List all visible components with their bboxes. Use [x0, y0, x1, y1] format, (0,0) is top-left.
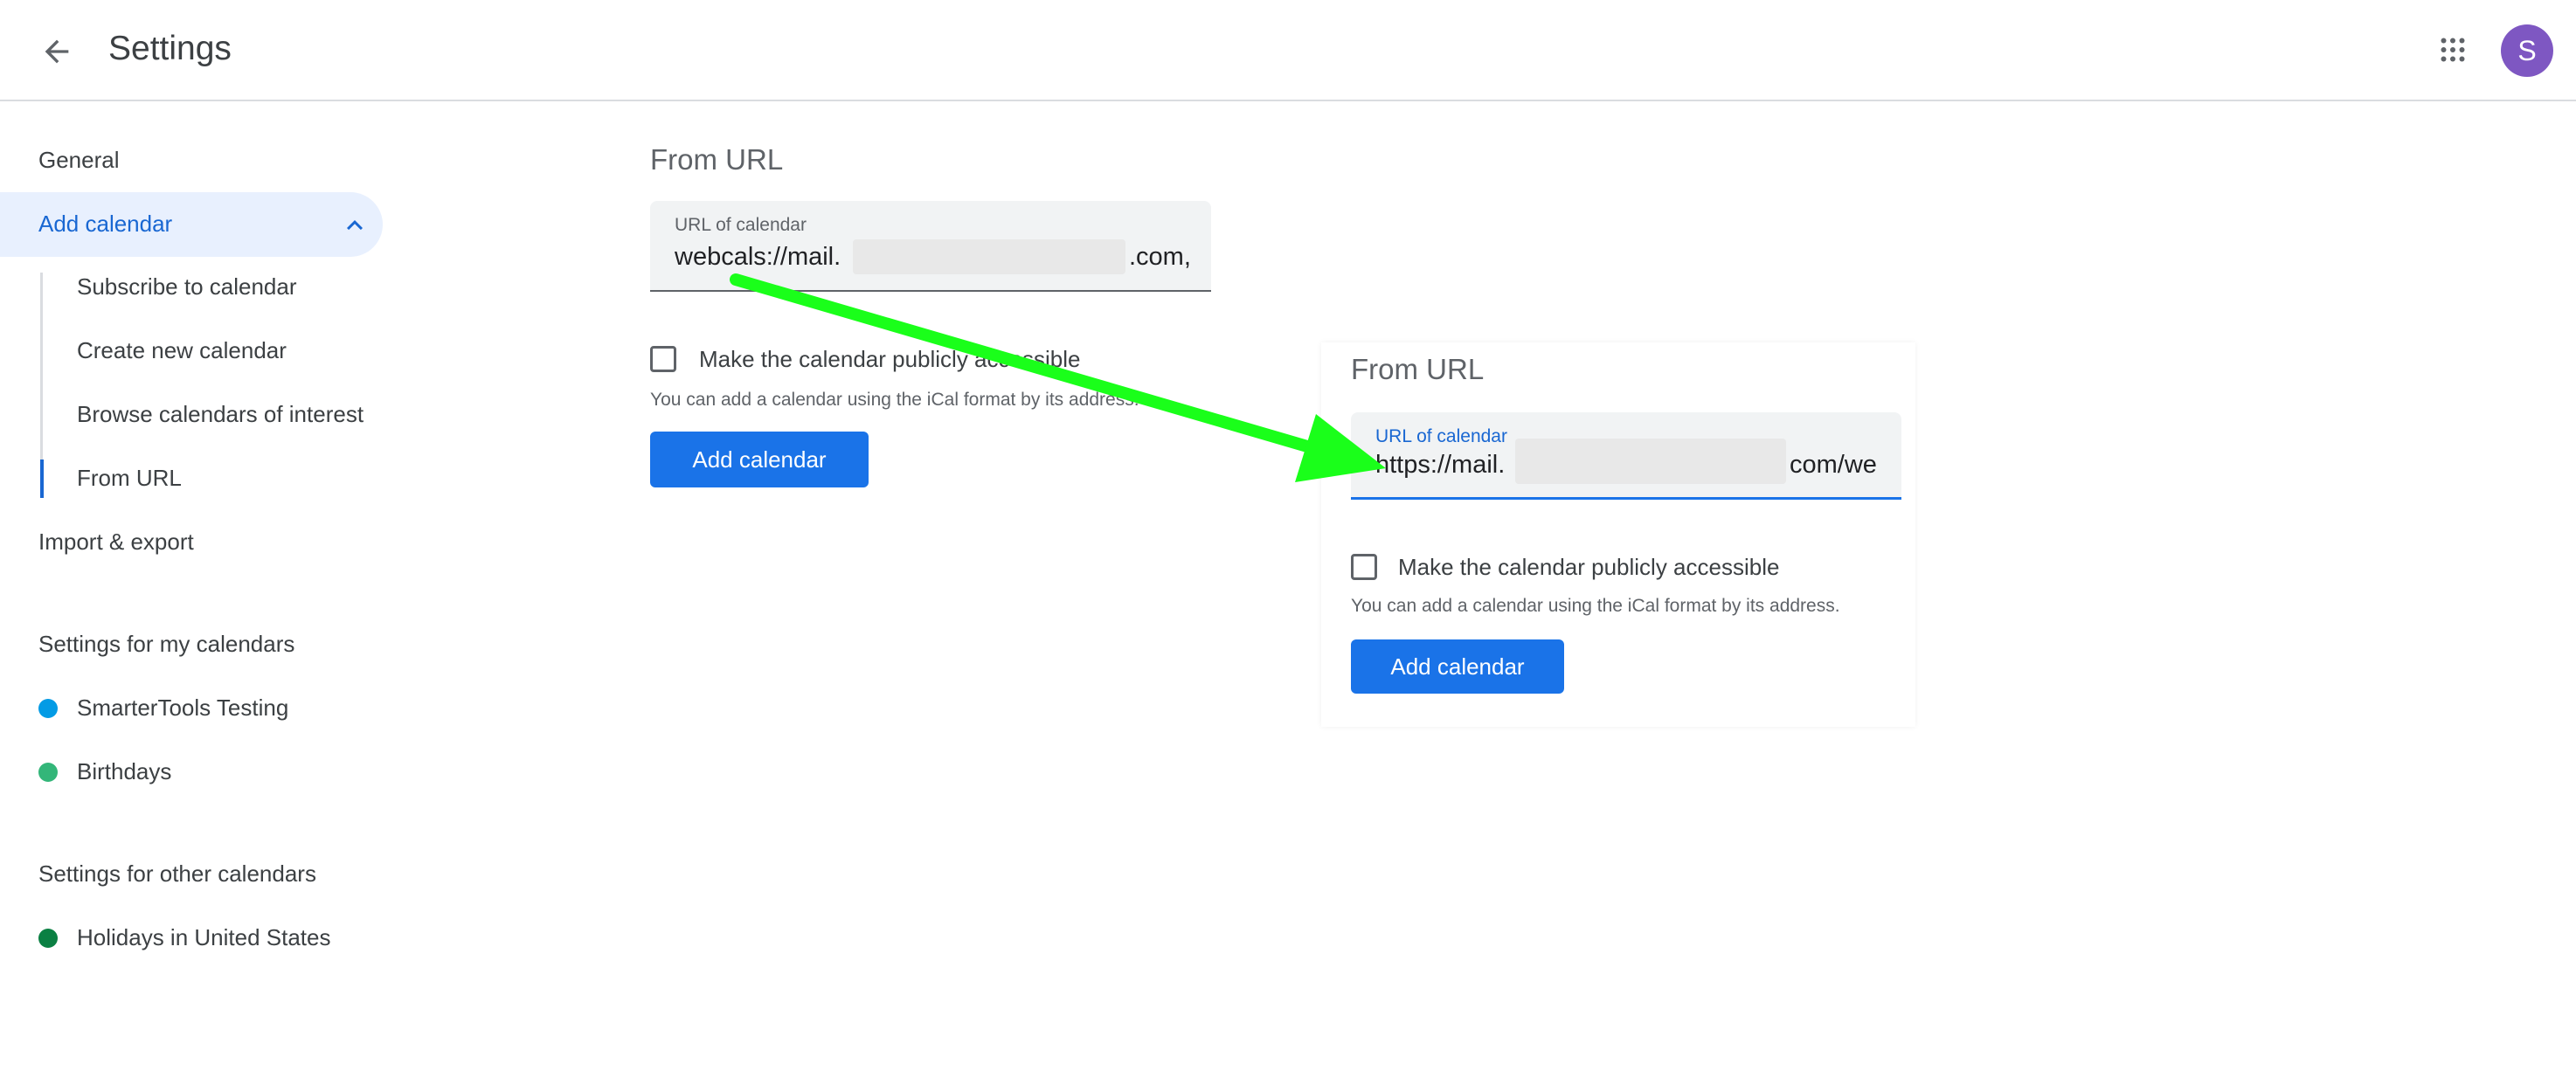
annotation-arrow-icon: [730, 273, 1386, 482]
